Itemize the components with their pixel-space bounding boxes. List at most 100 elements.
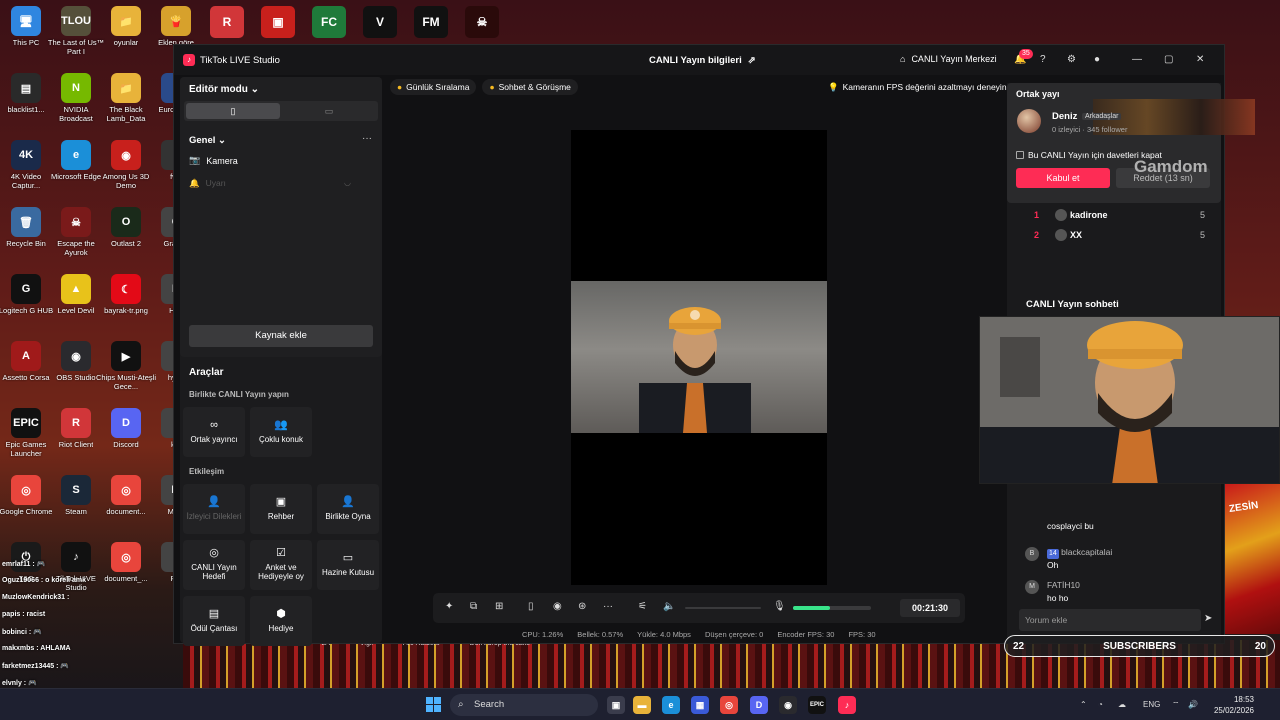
- tray-chevron-icon[interactable]: ⌃: [1080, 700, 1087, 709]
- guests-icon: 👥: [274, 418, 288, 431]
- overlay-chat-line: elvnly : 🎮: [2, 680, 37, 687]
- tool-label: Anket ve Hediyeyle oy: [258, 563, 304, 581]
- ranking-row[interactable]: 2 XX 5: [1007, 227, 1221, 243]
- ranking-row[interactable]: 1 kadirone 5: [1007, 207, 1221, 223]
- subscribers-goal: 20: [1254, 640, 1266, 652]
- source-camera[interactable]: 📷 Kamera: [189, 155, 238, 166]
- windows-start-icon[interactable]: [426, 697, 441, 712]
- guide-icon: ▣: [275, 495, 287, 508]
- add-source-button[interactable]: Kaynak ekle: [189, 325, 373, 347]
- help-icon[interactable]: ?: [1040, 54, 1046, 65]
- landscape-mode-icon[interactable]: ▭: [282, 103, 376, 119]
- volume-slider[interactable]: [685, 607, 761, 609]
- phone-icon[interactable]: ▯: [528, 601, 534, 612]
- tool-gift[interactable]: ⬢ Hediye: [250, 596, 312, 646]
- replay-icon[interactable]: ⊛: [578, 601, 586, 612]
- obs-icon[interactable]: ◉: [779, 696, 797, 714]
- more-icon[interactable]: ···: [603, 601, 613, 612]
- add-media-icon[interactable]: ⊞: [495, 601, 503, 612]
- epic-games-icon[interactable]: EPIC: [808, 696, 826, 714]
- mic-level-meter[interactable]: [793, 606, 871, 610]
- tool-treasure[interactable]: ▭ Hazine Kutusu: [317, 540, 379, 590]
- minimize-icon[interactable]: —: [1132, 54, 1142, 65]
- language-indicator[interactable]: ENG: [1143, 700, 1160, 709]
- source-alert[interactable]: 🔔 Uyarı: [189, 178, 226, 189]
- chip-label: Sohbet & Görüşme: [498, 82, 571, 92]
- eye-icon[interactable]: ◡: [344, 178, 351, 187]
- stream-info-button[interactable]: CANLI Yayın bilgileri ⇗: [649, 55, 756, 66]
- rank-name: kadirone: [1070, 210, 1108, 220]
- preview-canvas[interactable]: [571, 130, 827, 585]
- mixer-icon[interactable]: ⚟: [638, 601, 647, 612]
- rank-icon: ●: [397, 82, 403, 92]
- target-icon: ◎: [209, 547, 219, 559]
- send-icon[interactable]: ➤: [1204, 613, 1212, 624]
- play-together-icon: 👤: [341, 495, 355, 508]
- more-options-icon[interactable]: ···: [362, 133, 372, 144]
- scene-dropdown[interactable]: Genel ⌄: [189, 135, 226, 146]
- close-icon[interactable]: ✕: [1196, 54, 1204, 65]
- tiktok-taskbar-icon[interactable]: ♪: [838, 696, 856, 714]
- chat-username-row: 14 blackcapitalai: [1047, 547, 1112, 559]
- broadcast-center-button[interactable]: ⌂ CANLI Yayın Merkezi: [900, 54, 997, 64]
- stat-item: Düşen çerçeve: 0: [704, 630, 764, 639]
- chevron-down-icon: ⌄: [218, 135, 227, 146]
- tool-guests[interactable]: 👥 Çoklu konuk: [250, 407, 312, 457]
- overlay-chat-line: makxmbs : AHLAMA: [2, 645, 71, 652]
- taskbar-search[interactable]: ⌕ Search: [450, 694, 598, 716]
- magic-wand-icon[interactable]: ✦: [445, 601, 453, 612]
- desktop-icon[interactable]: 🍟 Eklen göre: [146, 6, 206, 47]
- desktop-top-icon[interactable]: FM: [414, 6, 448, 38]
- tray-app-icon[interactable]: ◔: [1098, 700, 1103, 709]
- editor-mode-dropdown[interactable]: Editör modu ⌄: [189, 84, 259, 95]
- desktop-icon-label: Microsoft Edge: [50, 172, 102, 181]
- volume-icon[interactable]: 🔊: [1188, 700, 1198, 709]
- chip-rank[interactable]: ● Günlük Sıralama: [390, 79, 477, 95]
- overlay-chat-line: Oguz19066 : o koreli amk: [2, 577, 87, 584]
- chrome-icon[interactable]: ◎: [720, 696, 738, 714]
- co-host-name: Deniz: [1052, 111, 1078, 122]
- tool-poll[interactable]: ☑ Anket ve Hediyeyle oy: [250, 540, 312, 590]
- tray-cloud-icon[interactable]: ☁: [1118, 700, 1126, 709]
- desktop-top-icon[interactable]: ▣: [261, 6, 295, 38]
- screen-capture-icon[interactable]: ⧉: [470, 601, 477, 612]
- avatar: B: [1025, 547, 1039, 561]
- maximize-icon[interactable]: ▢: [1164, 54, 1173, 65]
- desktop-top-icon[interactable]: V: [363, 6, 397, 38]
- profile-icon[interactable]: ●: [1094, 54, 1100, 65]
- edge-icon[interactable]: e: [662, 696, 680, 714]
- tool-label: İzleyici Dilekleri: [186, 511, 242, 521]
- tool-link[interactable]: ∞ Ortak yayıncı: [183, 407, 245, 457]
- microphone-icon[interactable]: 🎙: [773, 601, 786, 612]
- desktop-icon-image: ▶: [111, 341, 141, 371]
- gift-icon: ⬢: [276, 607, 286, 620]
- window-title: TikTok LIVE Studio: [200, 55, 280, 66]
- taskbar-clock[interactable]: 18:53 25/02/2026: [1208, 694, 1254, 716]
- portrait-mode-icon[interactable]: ▯: [186, 103, 280, 119]
- comment-input[interactable]: Yorum ekle: [1019, 609, 1201, 631]
- chat-message: cosplayci bu: [1025, 521, 1215, 545]
- editor-mode-label: Editör modu: [189, 84, 248, 95]
- tool-play-together[interactable]: 👤 Birlikte Oyna: [317, 484, 379, 534]
- tool-guide[interactable]: ▣ Rehber: [250, 484, 312, 534]
- settings-icon[interactable]: ⚙: [1067, 54, 1076, 65]
- desktop-icon-image: ◎: [111, 475, 141, 505]
- tool-target[interactable]: ◎ CANLI Yayın Hedefi: [183, 540, 245, 590]
- speaker-icon[interactable]: 🔈: [663, 601, 675, 612]
- store-icon[interactable]: ▦: [691, 696, 709, 714]
- task-view-icon[interactable]: ▣: [607, 696, 625, 714]
- desktop-top-icon[interactable]: ☠: [465, 6, 499, 38]
- accept-button[interactable]: Kabul et: [1016, 168, 1110, 188]
- tool-bag[interactable]: ▤ Ödül Çantası: [183, 596, 245, 646]
- desktop-top-icon[interactable]: R: [210, 6, 244, 38]
- tool-wish[interactable]: 👤 İzleyici Dilekleri: [183, 484, 245, 534]
- desktop-icon-image: ◉: [61, 341, 91, 371]
- desktop-icon-image: EPIC: [11, 408, 41, 438]
- desktop-top-icon[interactable]: FC: [312, 6, 346, 38]
- wifi-icon[interactable]: ⌔: [1172, 700, 1180, 710]
- rank-score: 5: [1200, 230, 1206, 240]
- discord-icon[interactable]: D: [750, 696, 768, 714]
- file-explorer-icon[interactable]: ▬: [633, 696, 651, 714]
- chip-chat[interactable]: ● Sohbet & Görüşme: [482, 79, 578, 95]
- record-icon[interactable]: ◉: [553, 601, 562, 612]
